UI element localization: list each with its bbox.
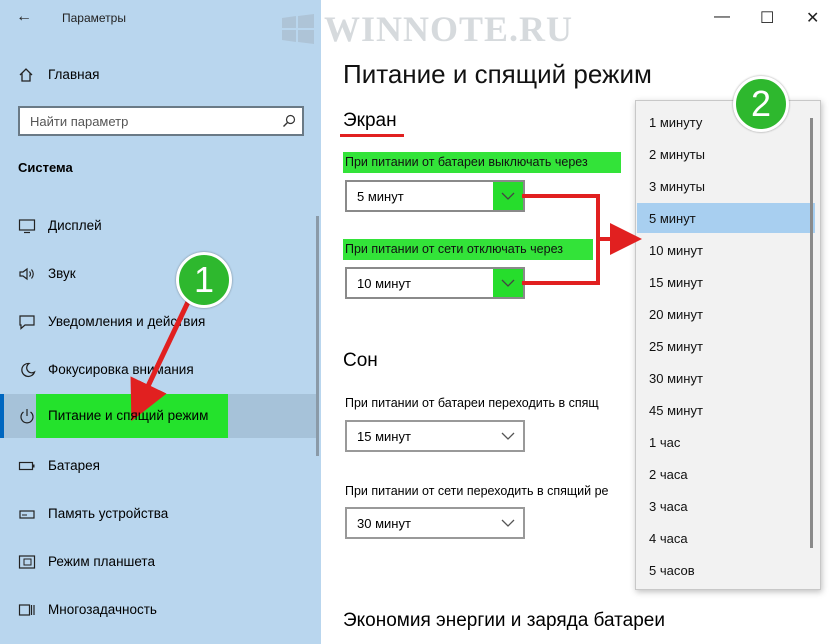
sidebar-item-label: Питание и спящий режим: [48, 408, 209, 423]
annotation-overlay: [130, 194, 642, 422]
connector-arrow: [522, 194, 600, 285]
step-badge-2: 2: [733, 76, 789, 132]
step-badge-1: 1: [176, 252, 232, 308]
pointer-arrow: [130, 300, 191, 422]
